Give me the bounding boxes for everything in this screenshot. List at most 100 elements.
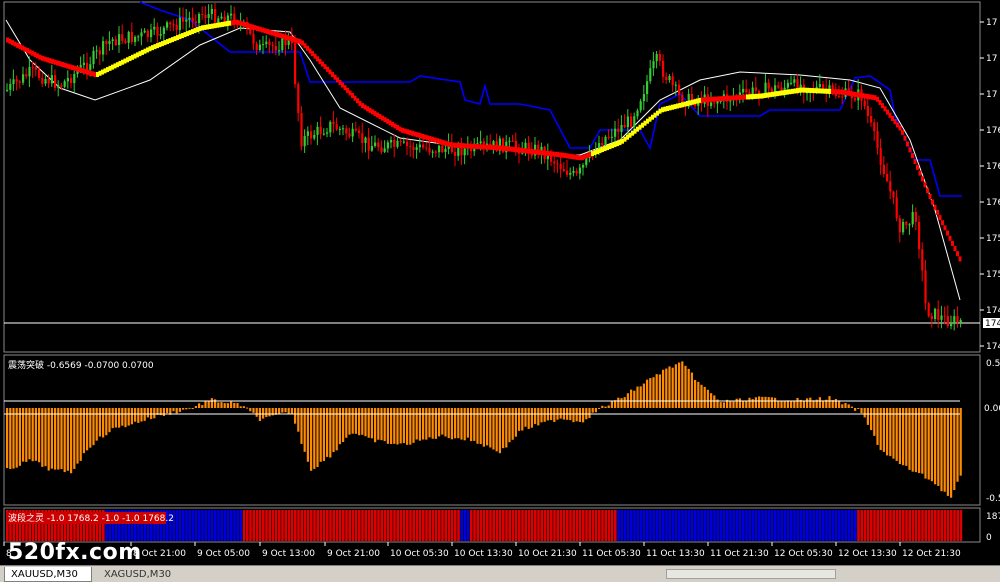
candle-body [9, 84, 12, 90]
candle-body [252, 33, 255, 44]
band-bar [342, 510, 345, 541]
horizontal-scrollbar[interactable] [666, 569, 836, 579]
band-bar [790, 510, 793, 541]
band-bar [294, 510, 297, 541]
tab-xagusd[interactable]: XAGUSD,M30 [98, 567, 186, 582]
candle-body [178, 17, 181, 30]
band-bar [668, 510, 671, 541]
histogram-bar [537, 408, 540, 426]
histogram-bar [473, 408, 476, 441]
trend-segment [906, 141, 909, 147]
band-bar [694, 510, 697, 541]
band-bar [550, 510, 553, 541]
band-bar [479, 510, 483, 541]
histogram-bar [326, 408, 329, 457]
band-bar [255, 510, 259, 541]
band-bar [233, 510, 236, 541]
band-bar [345, 510, 348, 541]
histogram-bar [361, 408, 364, 435]
band-bar [201, 510, 204, 541]
histogram-bar [18, 408, 21, 466]
candle-body [297, 84, 300, 114]
histogram-bar [220, 402, 223, 408]
trend-segment [936, 209, 939, 215]
candle-body [303, 135, 306, 147]
candle-body [198, 14, 201, 24]
histogram-bar [162, 408, 165, 416]
tab-xauusd[interactable]: XAUUSD,M30 [4, 567, 92, 582]
histogram-bar [927, 408, 930, 480]
candle-body [306, 131, 309, 136]
band-bar [626, 510, 630, 541]
band-bar [649, 510, 652, 541]
histogram-bar [454, 408, 457, 439]
candle-body [146, 30, 149, 38]
oscillator-caption: 震荡突破 -0.6569 -0.0700 0.0700 [8, 359, 154, 371]
histogram-bar [652, 377, 655, 408]
band-bar [274, 510, 278, 541]
candle-body [105, 41, 108, 44]
histogram-bar [610, 401, 613, 408]
band-bar [546, 510, 550, 541]
candle-body [777, 85, 780, 88]
band-bar [796, 510, 799, 541]
band-bar [620, 510, 623, 541]
histogram-bar [226, 403, 229, 408]
band-bar [876, 510, 879, 541]
band-bar [502, 510, 505, 541]
band-bar [809, 510, 812, 541]
histogram-bar [114, 408, 117, 428]
candle-body [63, 81, 66, 87]
histogram-bar [959, 408, 962, 476]
trading-chart[interactable]: 174 171717176176176175175174174 88 Oct 2… [0, 0, 1000, 565]
band-bar [940, 510, 943, 541]
band-bar [444, 510, 447, 541]
histogram-bar [255, 408, 258, 417]
histogram-bar [575, 408, 578, 422]
band-bar [735, 510, 739, 541]
band-bar [207, 510, 211, 541]
histogram-bar [441, 408, 444, 435]
candle-body [751, 87, 754, 95]
trend-segment [928, 194, 932, 199]
candle-body [601, 143, 604, 145]
histogram-bar [425, 408, 428, 440]
band-bar [204, 510, 207, 541]
histogram-bar [390, 408, 393, 444]
candle-body [678, 84, 681, 95]
candle-body [361, 133, 364, 143]
candle-body [114, 39, 117, 45]
trend-segment [926, 188, 929, 194]
candle-body [383, 148, 386, 152]
band-bar [518, 510, 521, 541]
candle-body [191, 17, 194, 22]
band-bar [492, 510, 495, 541]
candle-body [886, 174, 889, 182]
band-bar [604, 510, 607, 541]
histogram-bar [25, 408, 28, 462]
band-bar [623, 510, 627, 541]
candle-body [441, 145, 444, 152]
histogram-bar [377, 408, 380, 440]
band-bar [242, 510, 246, 541]
band-bar [310, 510, 313, 541]
candle-body [386, 142, 389, 149]
oscillator-axis-top: 0.5 [986, 359, 1000, 369]
histogram-bar [434, 408, 437, 439]
histogram-bar [911, 408, 914, 472]
histogram-bar [399, 408, 402, 444]
band-bar [748, 510, 751, 541]
histogram-bar [870, 408, 873, 431]
candle-body [831, 85, 834, 90]
candle-body [268, 41, 271, 46]
band-bar [716, 510, 719, 541]
band-bar [831, 510, 835, 541]
histogram-bar [316, 408, 319, 468]
histogram-bar [98, 408, 101, 437]
band-bar [758, 510, 761, 541]
histogram-bar [460, 408, 463, 440]
histogram-bar [364, 408, 367, 437]
candle-body [194, 21, 197, 24]
band-bar [425, 510, 428, 541]
histogram-bar [850, 406, 853, 408]
